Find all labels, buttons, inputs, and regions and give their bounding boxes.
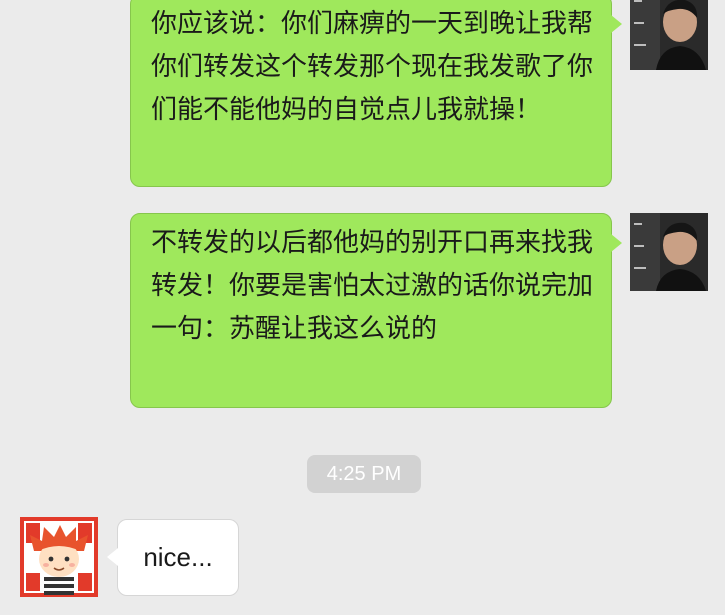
- message-text: 你应该说：你们麻痹的一天到晚让我帮你们转发这个转发那个现在我发歌了你们能不能他妈…: [151, 9, 594, 125]
- avatar-photo-icon[interactable]: [630, 0, 708, 70]
- cartoon-boy-avatar-icon[interactable]: [20, 517, 98, 597]
- message-bubble-received[interactable]: nice...: [107, 519, 239, 596]
- message-timestamp: 4:25 PM: [307, 455, 421, 493]
- message-text: nice...: [143, 542, 213, 572]
- message-text: 不转发的以后都他妈的别开口再来找我转发！你要是害怕太过激的话你说完加一句：苏醒让…: [151, 228, 594, 344]
- message-bubble-sent[interactable]: 不转发的以后都他妈的别开口再来找我转发！你要是害怕太过激的话你说完加一句：苏醒让…: [130, 213, 622, 408]
- avatar-photo-icon[interactable]: [630, 213, 708, 291]
- message-bubble-sent[interactable]: 你应该说：你们麻痹的一天到晚让我帮你们转发这个转发那个现在我发歌了你们能不能他妈…: [130, 0, 622, 187]
